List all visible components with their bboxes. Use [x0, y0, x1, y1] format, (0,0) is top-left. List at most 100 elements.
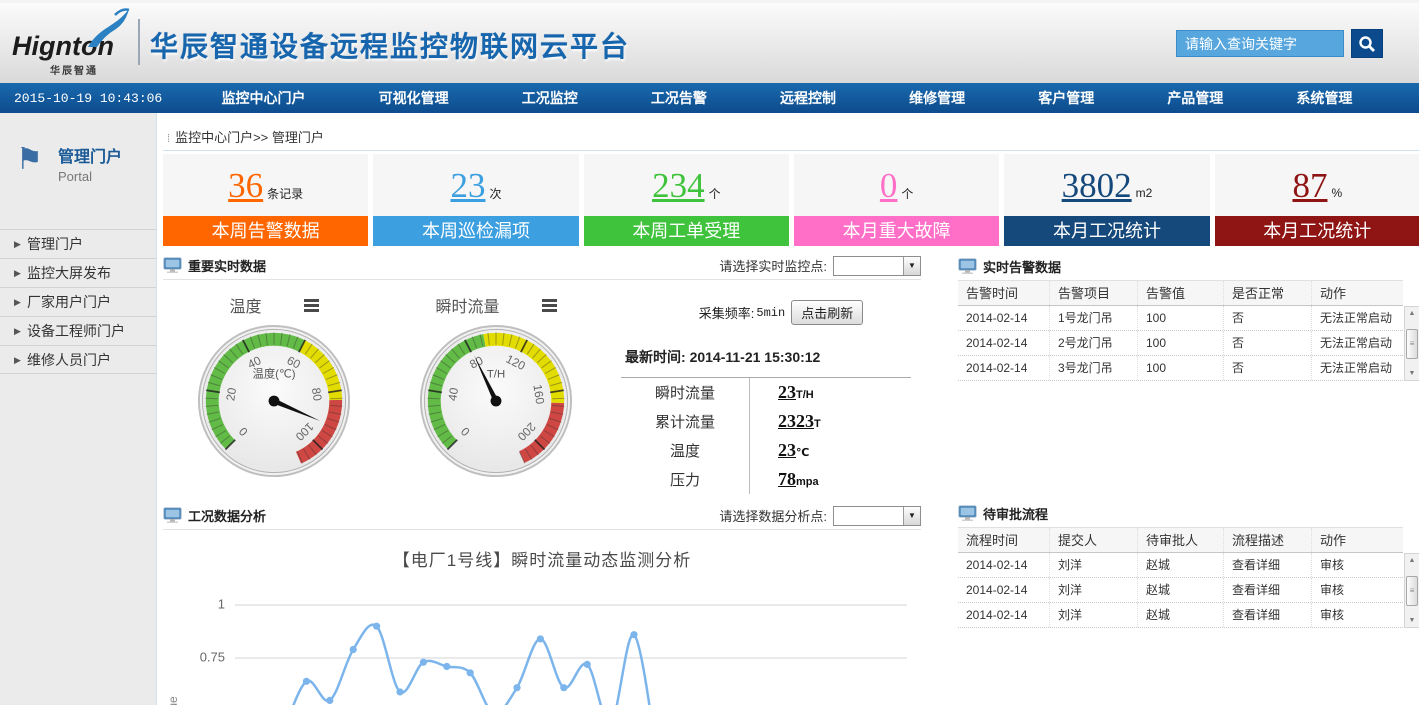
stat-card-label[interactable]: 本周告警数据 — [163, 216, 368, 246]
approval-row-0[interactable]: 2014-02-14刘洋赵城查看详细审核 — [958, 553, 1403, 578]
reading-unit: ℃ — [796, 446, 809, 459]
analysis-select-label: 请选择数据分析点: — [719, 506, 827, 525]
approval-row-1[interactable]: 2014-02-14刘洋赵城查看详细审核 — [958, 578, 1403, 603]
refresh-button[interactable]: 点击刷新 — [791, 300, 863, 325]
approval-cell: 查看详细 — [1224, 603, 1312, 627]
gauge-flow-title: 瞬时流量 — [435, 293, 499, 317]
reading-value: 2323 — [778, 411, 814, 432]
left-column: 重要实时数据 请选择实时监控点: ▼ 温度 — [163, 252, 921, 705]
stat-card-5: 87%本月工况统计 — [1215, 154, 1419, 246]
reading-value-cell: 2323T — [749, 407, 911, 436]
gauge-flow-menu-icon[interactable] — [542, 297, 557, 314]
approval-column-header: 待审批人 — [1138, 528, 1224, 552]
search-input[interactable] — [1176, 30, 1344, 57]
approval-panel-title: 待审批流程 — [983, 504, 1048, 523]
side-arrow-icon: ▶ — [14, 346, 21, 374]
scroll-up-icon[interactable]: ▲ — [1409, 307, 1416, 320]
latest-time-label: 最新时间: — [625, 349, 686, 365]
analysis-section-title: 工况数据分析 — [188, 506, 266, 525]
reading-unit: mpa — [796, 476, 819, 488]
reading-row-0: 瞬时流量23T/H — [621, 378, 911, 407]
combo-arrow-icon[interactable]: ▼ — [903, 257, 920, 275]
alarm-column-header: 告警值 — [1138, 281, 1224, 305]
alarm-cell: 100 — [1138, 356, 1224, 380]
combo-arrow-icon[interactable]: ▼ — [903, 507, 920, 525]
scroll-down-icon[interactable]: ▼ — [1409, 367, 1416, 380]
nav-item-6[interactable]: 客户管理 — [1038, 88, 1094, 108]
sidebar-item-0[interactable]: ▶管理门户 — [0, 229, 156, 258]
nav-item-5[interactable]: 维修管理 — [909, 88, 965, 108]
approval-cell: 刘洋 — [1050, 603, 1138, 627]
sidebar-item-4[interactable]: ▶维修人员门户 — [0, 345, 156, 374]
approval-scrollbar[interactable]: ▲ ≡ ▼ — [1404, 553, 1419, 628]
nav-item-3[interactable]: 工况告警 — [651, 88, 707, 108]
approval-panel-header: 待审批流程 — [958, 499, 1419, 527]
scroll-up-icon[interactable]: ▲ — [1409, 554, 1416, 567]
nav-items: 监控中心门户 可视化管理 工况监控 工况告警 远程控制 维修管理 客户管理 产品管理 系统管理 — [185, 88, 1419, 108]
realtime-section-title: 重要实时数据 — [188, 256, 266, 275]
nav-item-2[interactable]: 工况监控 — [522, 88, 578, 108]
approval-cell: 赵城 — [1138, 603, 1224, 627]
alarm-cell: 100 — [1138, 306, 1224, 330]
stat-card-label[interactable]: 本月工况统计 — [1215, 216, 1419, 246]
stat-card-label[interactable]: 本周工单受理 — [584, 216, 789, 246]
reading-value-cell: 78mpa — [749, 465, 911, 494]
breadcrumb: ⁞监控中心门户>> 管理门户 — [163, 127, 1419, 151]
app-header: Hignton 华辰智通 华辰智通设备远程监控物联网云平台 — [0, 0, 1419, 83]
reading-value: 23 — [778, 440, 796, 461]
nav-item-0[interactable]: 监控中心门户 — [222, 88, 306, 108]
search-area — [1176, 29, 1383, 58]
reading-value-cell: 23T/H — [749, 378, 911, 407]
reading-row-2: 温度23℃ — [621, 436, 911, 465]
stat-card-value: 3802 — [1062, 168, 1132, 203]
realtime-info-panel: 采集频率: 5min 点击刷新 最新时间: 2014-11-21 15:30:1… — [607, 288, 921, 502]
alarm-panel-header: 实时告警数据 — [958, 252, 1419, 280]
alarm-table: 告警时间告警项目告警值是否正常动作2014-02-141号龙门吊100否无法正常… — [958, 280, 1419, 381]
search-button[interactable] — [1351, 29, 1383, 58]
analysis-point-select[interactable]: ▼ — [833, 506, 921, 526]
alarm-scrollbar[interactable]: ▲ ≡ ▼ — [1404, 306, 1419, 381]
gauge-temperature-menu-icon[interactable] — [304, 297, 319, 314]
stat-card-value: 23 — [450, 168, 485, 203]
reading-name: 累计流量 — [621, 411, 749, 432]
alarm-row-0[interactable]: 2014-02-141号龙门吊100否无法正常启动 — [958, 306, 1403, 331]
stat-card-label[interactable]: 本月工况统计 — [1004, 216, 1209, 246]
nav-item-1[interactable]: 可视化管理 — [379, 88, 449, 108]
alarm-cell: 无法正常启动 — [1312, 331, 1403, 355]
stat-card-unit: 个 — [901, 185, 913, 202]
approval-column-header: 提交人 — [1050, 528, 1138, 552]
alarm-cell: 2014-02-14 — [958, 356, 1050, 380]
nav-item-8[interactable]: 系统管理 — [1296, 88, 1352, 108]
alarm-panel: 实时告警数据 告警时间告警项目告警值是否正常动作2014-02-141号龙门吊1… — [958, 252, 1419, 381]
svg-text:0.75: 0.75 — [200, 649, 225, 664]
alarm-row-2[interactable]: 2014-02-143号龙门吊100否无法正常启动 — [958, 356, 1403, 381]
side-arrow-icon: ▶ — [14, 259, 21, 287]
approval-scroll-thumb[interactable]: ≡ — [1406, 576, 1418, 606]
stat-card-2: 234个本周工单受理 — [584, 154, 789, 246]
flow-line-chart: 10.750.5value — [163, 575, 915, 705]
alarm-row-1[interactable]: 2014-02-142号龙门吊100否无法正常启动 — [958, 331, 1403, 356]
sidebar-item-3[interactable]: ▶设备工程师门户 — [0, 316, 156, 345]
side-arrow-icon: ▶ — [14, 317, 21, 345]
stat-card-label[interactable]: 本月重大故障 — [794, 216, 999, 246]
stat-card-label[interactable]: 本周巡检漏项 — [373, 216, 578, 246]
sidebar-item-1[interactable]: ▶监控大屏发布 — [0, 258, 156, 287]
stat-card-value-area: 36条记录 — [163, 154, 368, 216]
alarm-scroll-track[interactable]: ≡ — [1405, 320, 1419, 367]
alarm-scroll-thumb[interactable]: ≡ — [1406, 329, 1418, 359]
svg-text:value: value — [166, 696, 180, 705]
realtime-point-select[interactable]: ▼ — [833, 256, 921, 276]
nav-item-7[interactable]: 产品管理 — [1167, 88, 1223, 108]
approval-row-2[interactable]: 2014-02-14刘洋赵城查看详细审核 — [958, 603, 1403, 628]
stat-card-1: 23次本周巡检漏项 — [373, 154, 578, 246]
scroll-down-icon[interactable]: ▼ — [1409, 614, 1416, 627]
sidebar-item-2[interactable]: ▶厂家用户门户 — [0, 287, 156, 316]
side-arrow-icon: ▶ — [14, 230, 21, 258]
monitor-icon — [958, 505, 977, 522]
nav-item-4[interactable]: 远程控制 — [780, 88, 836, 108]
alarm-cell: 否 — [1224, 356, 1312, 380]
alarm-cell: 2014-02-14 — [958, 331, 1050, 355]
approval-cell: 赵城 — [1138, 553, 1224, 577]
stat-card-value-area: 234个 — [584, 154, 789, 216]
approval-scroll-track[interactable]: ≡ — [1405, 567, 1419, 614]
